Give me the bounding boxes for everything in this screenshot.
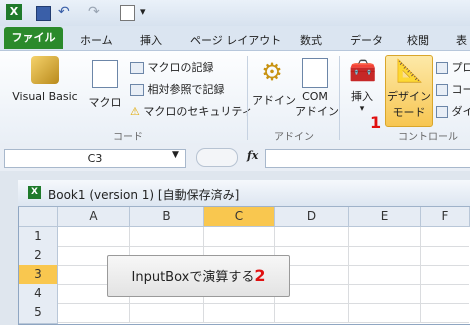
- com-addin-label-1: COM: [295, 90, 335, 103]
- relative-reference-button[interactable]: 相対参照で記録: [130, 81, 225, 97]
- run-dialog-label: ダイ: [452, 105, 470, 118]
- tab-view[interactable]: 表: [456, 32, 467, 48]
- name-box-dropdown-icon[interactable]: ▼: [172, 150, 179, 160]
- column-header-d[interactable]: D: [275, 207, 349, 227]
- macro-label: マクロ: [88, 94, 122, 110]
- relative-reference-label: 相対参照で記録: [148, 83, 225, 96]
- name-box[interactable]: C3: [4, 149, 186, 168]
- tab-formulas[interactable]: 数式: [300, 32, 322, 48]
- annotation-1: 1: [370, 113, 381, 132]
- addin-button[interactable]: ⚙ アドイン: [252, 56, 292, 108]
- tab-page-layout[interactable]: ページ レイアウト: [190, 32, 281, 48]
- grid-row: [58, 303, 469, 323]
- workbook-titlebar: X Book1 (version 1) [自動保存済み]: [18, 180, 470, 207]
- view-code-icon: [436, 84, 448, 96]
- view-code-button[interactable]: コー: [436, 81, 470, 97]
- com-addin-icon: [302, 58, 328, 88]
- column-header-c[interactable]: C: [204, 207, 275, 227]
- design-mode-label-2: モード: [386, 104, 432, 120]
- tab-insert[interactable]: 挿入: [140, 32, 162, 48]
- macro-security-button[interactable]: ⚠ マクロのセキュリティ: [130, 103, 253, 119]
- macro-icon: [92, 60, 118, 88]
- excel-icon: X: [6, 4, 22, 20]
- grid-col-line: [420, 227, 421, 323]
- select-all-button[interactable]: [19, 207, 58, 227]
- macro-security-label: マクロのセキュリティ: [143, 105, 252, 118]
- design-mode-label-1: デザイン: [386, 88, 432, 104]
- record-macro-label: マクロの記録: [148, 61, 214, 74]
- redo-icon[interactable]: ↷: [88, 4, 104, 20]
- view-code-label: コー: [452, 83, 470, 96]
- group-divider: [339, 56, 340, 140]
- tab-home[interactable]: ホーム: [80, 32, 113, 48]
- row-header-4[interactable]: 4: [19, 284, 58, 304]
- tab-review[interactable]: 校閲: [407, 32, 429, 48]
- insert-control-label: 挿入: [343, 88, 381, 104]
- design-mode-icon: 📐: [396, 58, 422, 86]
- tab-file[interactable]: ファイル: [4, 27, 63, 49]
- record-macro-button[interactable]: マクロの記録: [130, 59, 214, 75]
- save-icon[interactable]: [36, 6, 51, 21]
- grid-row: [58, 227, 469, 247]
- column-header-b[interactable]: B: [130, 207, 204, 227]
- grid-col-line: [348, 227, 349, 323]
- properties-label: プロ: [452, 61, 470, 74]
- customize-qat-icon[interactable]: ▾: [140, 4, 156, 20]
- visual-basic-label: Visual Basic: [6, 90, 84, 103]
- row-header-2[interactable]: 2: [19, 246, 58, 266]
- print-preview-icon[interactable]: [120, 5, 135, 21]
- workbook-excel-icon: X: [28, 186, 41, 199]
- addin-label: アドイン: [252, 92, 292, 108]
- inputbox-calc-button[interactable]: InputBoxで演算する2: [107, 255, 290, 297]
- undo-icon[interactable]: ↶: [58, 4, 74, 20]
- insert-control-button[interactable]: 🧰 挿入 ▾: [343, 56, 381, 114]
- warning-icon: ⚠: [130, 105, 140, 118]
- formula-input[interactable]: [265, 149, 470, 168]
- record-macro-icon: [130, 62, 144, 74]
- row-header-6[interactable]: 6: [19, 322, 58, 324]
- column-header-a[interactable]: A: [58, 207, 130, 227]
- row-header-1[interactable]: 1: [19, 227, 58, 247]
- relative-reference-icon: [130, 84, 144, 96]
- column-header-e[interactable]: E: [349, 207, 421, 227]
- properties-button[interactable]: プロ: [436, 59, 470, 75]
- formula-bar-resize-handle[interactable]: [196, 148, 238, 167]
- design-mode-button[interactable]: 📐 デザイン モード: [385, 55, 433, 127]
- quick-access-toolbar: X ↶ ↷ ▾: [0, 0, 470, 26]
- workbook-title: Book1 (version 1) [自動保存済み]: [48, 186, 239, 203]
- row-header-5[interactable]: 5: [19, 303, 58, 323]
- gear-icon: ⚙: [259, 58, 285, 86]
- properties-icon: [436, 62, 448, 74]
- code-group-label: コード: [113, 128, 143, 143]
- run-dialog-button[interactable]: ダイ: [436, 103, 470, 119]
- inputbox-calc-button-label: InputBoxで演算する: [132, 270, 255, 285]
- macro-button[interactable]: マクロ: [88, 56, 122, 110]
- toolbox-icon: 🧰: [349, 58, 375, 86]
- control-group-label: コントロール: [398, 128, 458, 143]
- com-addin-button[interactable]: COM アドイン: [295, 56, 335, 119]
- visual-basic-icon: [31, 56, 59, 84]
- row-header-3[interactable]: 3: [19, 265, 58, 285]
- annotation-2: 2: [254, 266, 265, 285]
- dialog-icon: [436, 106, 448, 118]
- column-header-f[interactable]: F: [421, 207, 470, 227]
- com-addin-label-2: アドイン: [295, 103, 335, 119]
- addin-group-label: アドイン: [274, 128, 314, 143]
- visual-basic-button[interactable]: Visual Basic: [6, 56, 84, 103]
- tab-data[interactable]: データ: [350, 32, 383, 48]
- insert-function-icon[interactable]: fx: [247, 149, 258, 162]
- group-divider: [247, 56, 248, 140]
